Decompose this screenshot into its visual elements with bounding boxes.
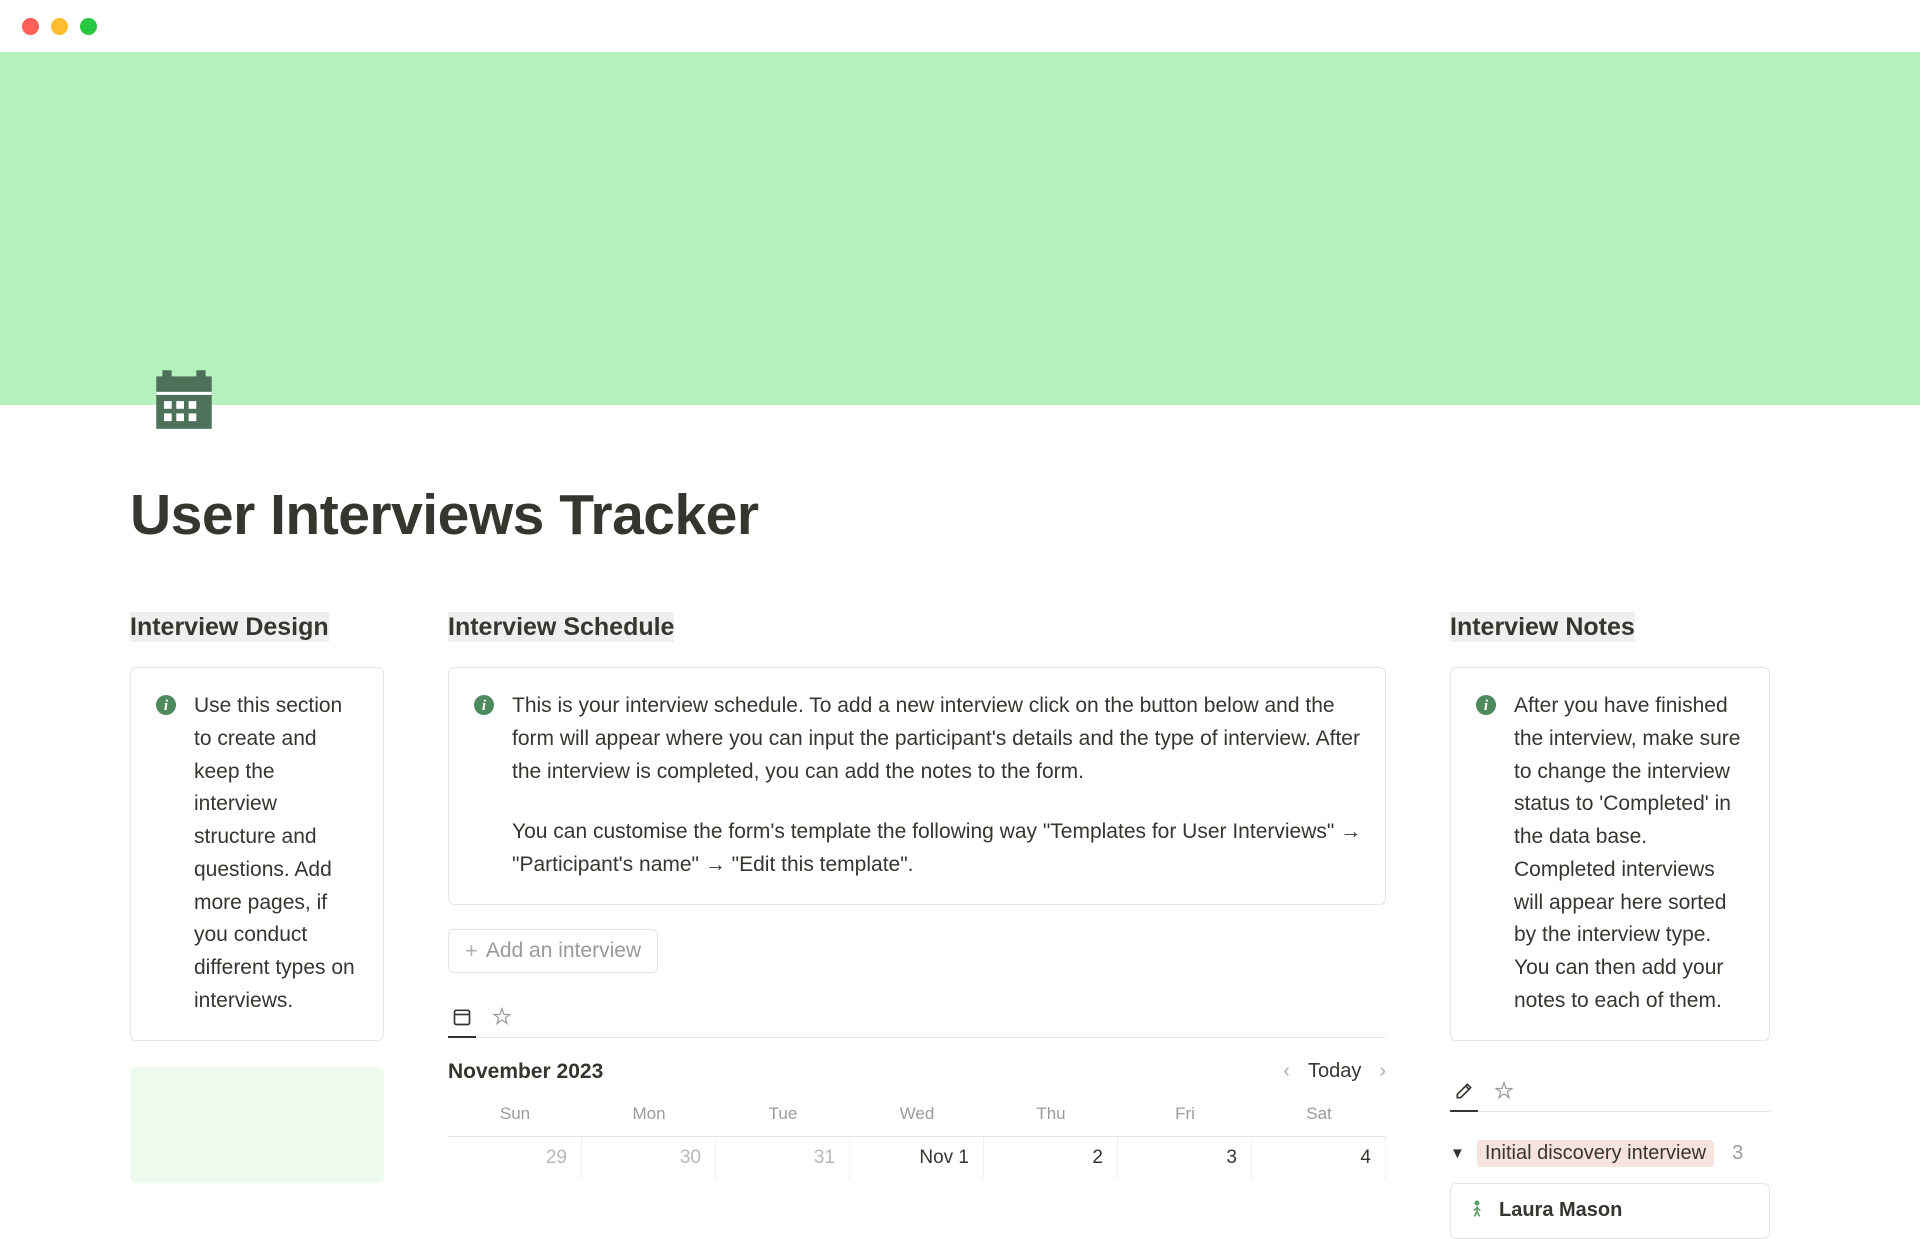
weekday: Mon	[582, 1104, 716, 1136]
calendar-header: November 2023 ‹ Today ›	[448, 1060, 1386, 1084]
date-cell[interactable]: 4	[1252, 1137, 1386, 1179]
window-minimize-icon[interactable]	[51, 18, 68, 35]
group-count: 3	[1732, 1142, 1743, 1165]
page-cover[interactable]	[0, 52, 1920, 405]
notes-view-tabs	[1450, 1075, 1770, 1112]
page-icon[interactable]	[144, 358, 224, 438]
group-tag: Initial discovery interview	[1477, 1140, 1714, 1167]
date-cell[interactable]: 2	[984, 1137, 1118, 1179]
callout-text: This is your interview schedule. To add …	[512, 690, 1363, 882]
callout-text: Use this section to create and keep the …	[194, 690, 361, 1018]
callout-text: After you have finished the interview, m…	[1514, 690, 1747, 1018]
callout-design[interactable]: i Use this section to create and keep th…	[130, 667, 384, 1041]
calendar-weekdays: Sun Mon Tue Wed Thu Fri Sat	[448, 1104, 1386, 1137]
view-tab-favorites[interactable]	[488, 1001, 516, 1037]
section-heading-design[interactable]: Interview Design	[130, 612, 329, 642]
weekday: Tue	[716, 1104, 850, 1136]
caret-down-icon: ▼	[1450, 1145, 1465, 1162]
date-cell[interactable]: 31	[716, 1137, 850, 1179]
window-maximize-icon[interactable]	[80, 18, 97, 35]
weekday: Sun	[448, 1104, 582, 1136]
window-titlebar	[0, 0, 1920, 52]
edit-icon	[1454, 1081, 1474, 1101]
calendar-month[interactable]: November 2023	[448, 1060, 603, 1084]
interview-note-card[interactable]: Laura Mason	[1450, 1183, 1770, 1239]
date-cell[interactable]: 29	[448, 1137, 582, 1179]
calendar-view-icon	[452, 1007, 472, 1027]
section-heading-schedule[interactable]: Interview Schedule	[448, 612, 674, 642]
calendar-prev-button[interactable]: ‹	[1283, 1060, 1290, 1083]
design-page-thumbnail[interactable]	[130, 1067, 384, 1183]
calendar-icon	[147, 361, 221, 435]
callout-notes[interactable]: i After you have finished the interview,…	[1450, 667, 1770, 1041]
info-icon: i	[1473, 692, 1499, 718]
add-button-label: Add an interview	[486, 939, 641, 963]
section-heading-notes[interactable]: Interview Notes	[1450, 612, 1635, 642]
info-icon: i	[471, 692, 497, 718]
calendar-next-button[interactable]: ›	[1379, 1060, 1386, 1083]
weekday: Sat	[1252, 1104, 1386, 1136]
view-tab-favorites[interactable]	[1490, 1075, 1518, 1111]
date-cell[interactable]: 30	[582, 1137, 716, 1179]
date-cell[interactable]: Nov 1	[850, 1137, 984, 1179]
view-tab-calendar[interactable]	[448, 1001, 476, 1037]
view-tab-edit[interactable]	[1450, 1075, 1478, 1111]
window-close-icon[interactable]	[22, 18, 39, 35]
star-icon	[492, 1007, 512, 1027]
column-interview-design: Interview Design i Use this section to c…	[130, 610, 384, 1239]
star-icon	[1494, 1081, 1514, 1101]
column-interview-schedule: Interview Schedule i This is your interv…	[448, 610, 1386, 1239]
callout-schedule[interactable]: i This is your interview schedule. To ad…	[448, 667, 1386, 905]
plus-icon: +	[465, 938, 478, 964]
weekday: Thu	[984, 1104, 1118, 1136]
calendar-today-button[interactable]: Today	[1308, 1060, 1361, 1083]
group-header[interactable]: ▼ Initial discovery interview 3	[1450, 1140, 1770, 1167]
info-icon: i	[153, 692, 179, 718]
weekday: Wed	[850, 1104, 984, 1136]
page-title[interactable]: User Interviews Tracker	[130, 482, 1790, 548]
person-icon	[1467, 1198, 1487, 1224]
date-cell[interactable]: 3	[1118, 1137, 1252, 1179]
person-name: Laura Mason	[1499, 1199, 1622, 1222]
add-interview-button[interactable]: + Add an interview	[448, 929, 658, 973]
calendar-week-row: 29 30 31 Nov 1 2 3 4	[448, 1137, 1386, 1179]
database-view-tabs	[448, 1001, 1386, 1038]
column-interview-notes: Interview Notes i After you have finishe…	[1450, 610, 1770, 1239]
weekday: Fri	[1118, 1104, 1252, 1136]
